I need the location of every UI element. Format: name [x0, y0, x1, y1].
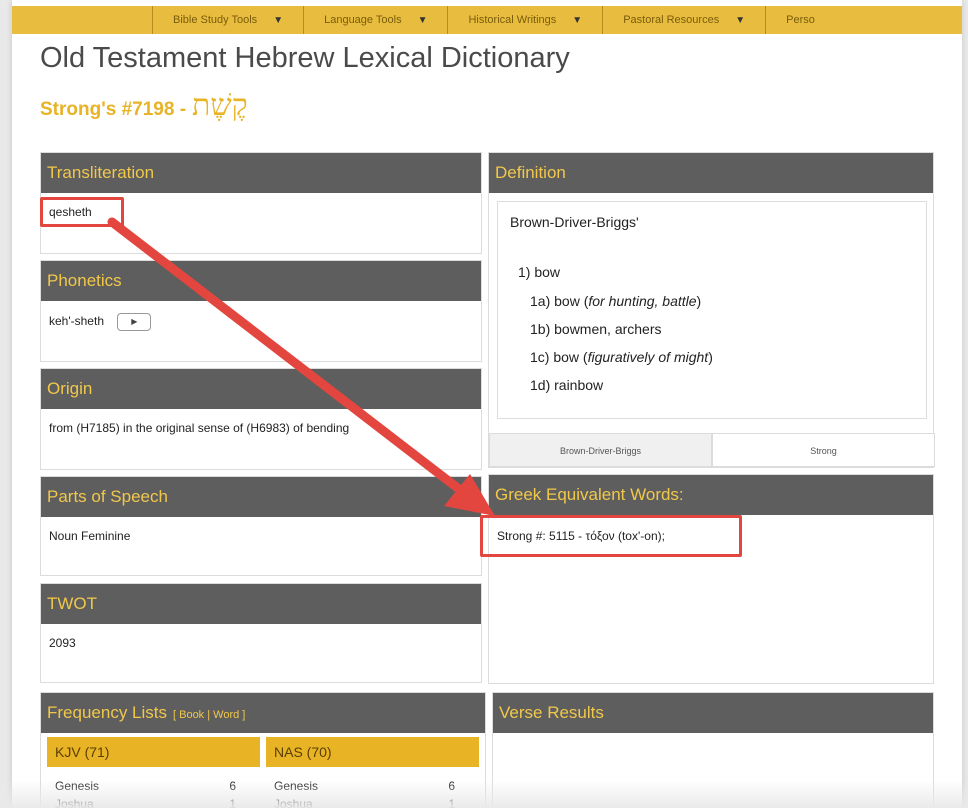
frequency-column-kjv: KJV (71) Genesis 6 Joshua 1: [47, 737, 260, 808]
nav-personal[interactable]: Perso: [765, 6, 835, 34]
nav-bible-study-tools[interactable]: Bible Study Tools ▼: [152, 6, 303, 34]
twot-panel: TWOT 2093: [40, 583, 482, 683]
nav-label: Language Tools: [324, 14, 402, 26]
kjv-header[interactable]: KJV (71): [47, 737, 260, 767]
parts-of-speech-panel: Parts of Speech Noun Feminine: [40, 476, 482, 576]
list-item[interactable]: Genesis 6: [274, 779, 473, 797]
nav-language-tools[interactable]: Language Tools ▼: [303, 6, 447, 34]
list-item[interactable]: Genesis 6: [55, 779, 254, 797]
twot-value: 2093: [49, 636, 76, 650]
definition-source: Brown-Driver-Briggs': [510, 214, 639, 230]
verse-results-panel: Verse Results: [492, 692, 934, 808]
play-icon: ▶: [131, 317, 138, 326]
phonetics-value: keh'-sheth: [49, 314, 104, 329]
phonetics-row: keh'-sheth ▶: [41, 301, 481, 343]
definition-header: Definition: [489, 153, 933, 193]
definition-tabs: Brown-Driver-Briggs Strong: [489, 433, 935, 467]
caret-down-icon: ▼: [572, 14, 583, 26]
origin-header: Origin: [41, 369, 481, 409]
list-item[interactable]: Joshua 1: [274, 797, 473, 808]
list-item[interactable]: Joshua 1: [55, 797, 254, 808]
nav-label: Perso: [786, 14, 815, 26]
nav-label: Bible Study Tools: [173, 14, 258, 26]
nav-label: Historical Writings: [468, 14, 557, 26]
nav-pastoral-resources[interactable]: Pastoral Resources ▼: [602, 6, 765, 34]
frequency-lists-panel: Frequency Lists [ Book | Word ] KJV (71) …: [40, 692, 486, 808]
phonetics-panel: Phonetics keh'-sheth ▶: [40, 260, 482, 362]
caret-down-icon: ▼: [735, 14, 746, 26]
nav-label: Pastoral Resources: [623, 14, 720, 26]
definition-line-1c: 1c) bow (figuratively of might): [530, 349, 713, 365]
definition-content: Brown-Driver-Briggs' 1) bow 1a) bow (for…: [497, 201, 927, 419]
definition-line-1a: 1a) bow (for hunting, battle): [530, 293, 702, 309]
strongs-heading: Strong's #7198 - קֶשֶׁת: [40, 88, 248, 123]
strongs-number: Strong's #7198 -: [40, 99, 187, 120]
tab-strong[interactable]: Strong: [712, 433, 935, 467]
nav-historical-writings[interactable]: Historical Writings ▼: [447, 6, 602, 34]
nas-header[interactable]: NAS (70): [266, 737, 479, 767]
frequency-lists-header: Frequency Lists [ Book | Word ]: [41, 693, 485, 733]
frequency-columns: KJV (71) Genesis 6 Joshua 1 NAS (70) Genes…: [41, 733, 485, 808]
page: Bible Study Tools ▼ Language Tools ▼ His…: [12, 0, 962, 808]
verse-results-header: Verse Results: [493, 693, 933, 733]
frequency-column-nas: NAS (70) Genesis 6 Joshua 1: [266, 737, 479, 808]
parts-of-speech-header: Parts of Speech: [41, 477, 481, 517]
parts-of-speech-value: Noun Feminine: [49, 529, 131, 543]
tab-brown-driver-briggs[interactable]: Brown-Driver-Briggs: [489, 433, 712, 467]
greek-highlight: [480, 515, 742, 557]
definition-line-1: 1) bow: [518, 264, 561, 280]
origin-panel: Origin from (H7185) in the original sens…: [40, 368, 482, 470]
frequency-book-word-links[interactable]: [ Book | Word ]: [173, 709, 245, 721]
frequency-lists-title: Frequency Lists: [47, 703, 167, 722]
caret-down-icon: ▼: [273, 14, 284, 26]
kjv-rows: Genesis 6 Joshua 1: [47, 767, 260, 808]
hebrew-word: קֶשֶׁת: [192, 88, 248, 123]
top-nav-bar: Bible Study Tools ▼ Language Tools ▼ His…: [12, 6, 962, 34]
origin-value: from (H7185) in the original sense of (H…: [49, 421, 350, 435]
definition-panel: Definition Brown-Driver-Briggs' 1) bow 1…: [488, 152, 935, 468]
transliteration-header: Transliteration: [41, 153, 481, 193]
definition-line-1b: 1b) bowmen, archers: [530, 321, 662, 337]
greek-equivalent-panel: Greek Equivalent Words: Strong #: 5115 -…: [488, 474, 934, 684]
greek-equivalent-header: Greek Equivalent Words:: [489, 475, 933, 515]
twot-header: TWOT: [41, 584, 481, 624]
transliteration-highlight: [40, 197, 124, 227]
caret-down-icon: ▼: [417, 14, 428, 26]
page-title: Old Testament Hebrew Lexical Dictionary: [40, 42, 570, 74]
play-audio-button[interactable]: ▶: [117, 313, 152, 331]
definition-line-1d: 1d) rainbow: [530, 377, 604, 393]
phonetics-header: Phonetics: [41, 261, 481, 301]
nas-rows: Genesis 6 Joshua 1: [266, 767, 479, 808]
